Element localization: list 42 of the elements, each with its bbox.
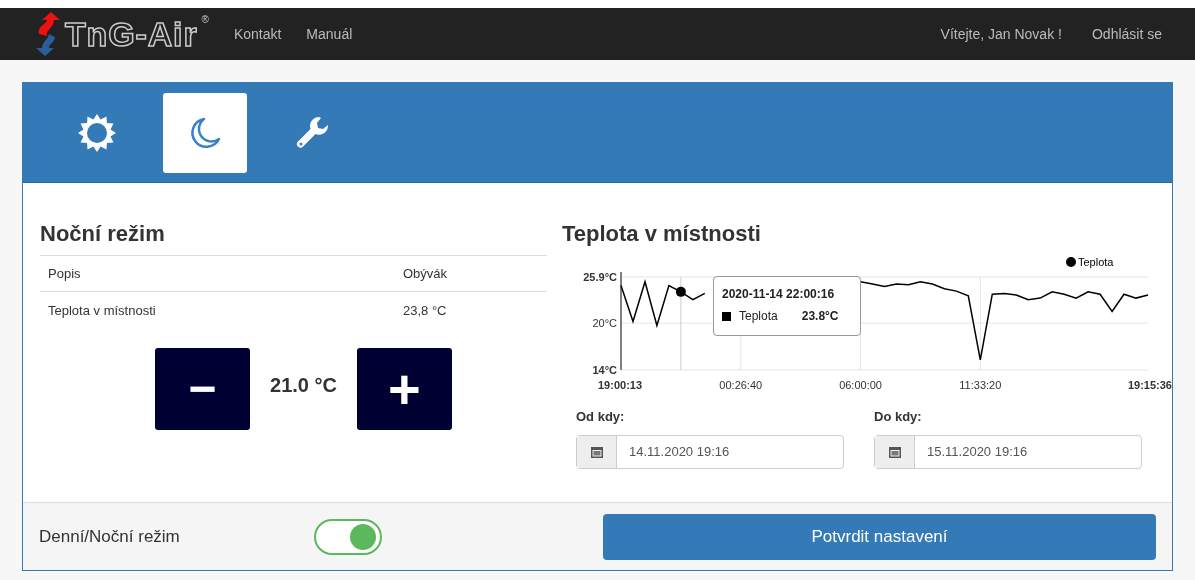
calendar-icon	[590, 445, 603, 458]
chart-title: Teplota v místnosti	[562, 220, 762, 248]
registered-mark: ®	[201, 13, 209, 27]
increase-button[interactable]: +	[356, 348, 452, 430]
x-tick-label: 00:26:40	[719, 379, 763, 391]
logo-text[interactable]: TnG-Air	[65, 17, 198, 51]
mode-toggle[interactable]	[314, 518, 382, 555]
setpoint-value: 21.0 °C	[270, 373, 337, 398]
column-header: Popis	[48, 264, 82, 283]
y-tick-label: 14°C	[592, 364, 617, 376]
column-header: Obývák	[403, 264, 449, 283]
y-tick-label: 20°C	[592, 317, 617, 330]
mode-tab[interactable]	[163, 92, 247, 173]
confirm-button[interactable]: Potvrdit nastavení	[603, 513, 1156, 560]
date-field[interactable]: 14.11.2020 19:16	[576, 434, 844, 469]
toggle-label: Denní/Noční režim	[39, 525, 181, 548]
sun-icon	[77, 112, 117, 153]
date-field[interactable]: 15.11.2020 19:16	[874, 434, 1142, 469]
x-tick-label: 19:15:36	[1127, 379, 1172, 391]
x-tick-label: 11:33:20	[959, 379, 1002, 391]
legend-dot	[1066, 257, 1076, 267]
field-label: Od kdy:	[576, 408, 626, 426]
field-label: Do kdy:	[874, 408, 923, 426]
x-tick-label: 06:00:00	[839, 379, 882, 391]
tooltip-value: 23.8°C	[801, 308, 839, 325]
series-swatch	[722, 311, 731, 321]
decrease-button[interactable]: −	[155, 348, 251, 430]
legend-label: Teplota	[1078, 256, 1114, 268]
tooltip-label: Teplota	[739, 308, 778, 325]
section-title: Noční režim	[40, 220, 166, 248]
y-tick-label: 25.9°C	[583, 271, 617, 283]
nav-link[interactable]: Kontakt	[233, 23, 282, 45]
nav-link[interactable]: Manuál	[306, 23, 353, 45]
table-cell-text: 23,8 °C	[403, 302, 448, 321]
table-cell-text: Teplota v místnosti	[48, 302, 157, 321]
tooltip-title: 2020-11-14 22:00:16	[722, 286, 836, 303]
welcome-text: Vítejte, Jan Novak !	[940, 24, 1062, 44]
calendar-icon	[888, 445, 901, 458]
logout-link[interactable]: Odhlásit se	[1091, 23, 1162, 45]
x-tick-label: 19:00:13	[598, 379, 643, 391]
hover-point	[675, 286, 686, 297]
logo-arrows-icon	[35, 10, 61, 58]
